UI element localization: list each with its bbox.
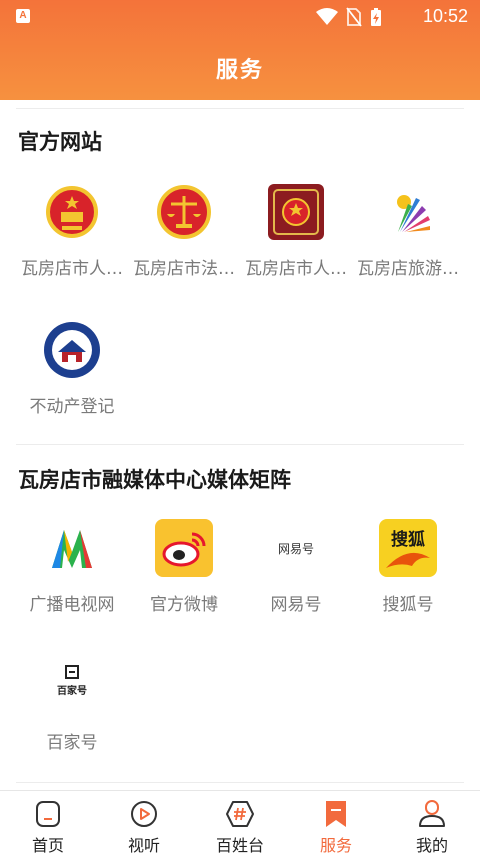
battery-charging-icon (371, 8, 381, 26)
service-item-label: 瓦房店市人… (245, 259, 347, 279)
play-icon (131, 801, 157, 827)
broadcast-tv-logo-icon (52, 530, 92, 568)
no-sim-icon (346, 7, 362, 27)
tab-label: 服务 (319, 836, 352, 855)
court-emblem-icon (157, 185, 211, 239)
media-item-label: 百家号 (46, 733, 98, 753)
wifi-icon (316, 8, 338, 25)
netease-icon: 网易号 (267, 519, 325, 577)
bookmark-icon (326, 801, 346, 827)
service-item-city-government[interactable]: 瓦房店市人… (16, 182, 128, 279)
section-title-official-sites: 官方网站 (18, 130, 102, 154)
service-item-city-tourism[interactable]: 瓦房店旅游… (352, 182, 464, 279)
media-item-broadcast-tv[interactable]: 广播电视网 (16, 518, 128, 615)
media-item-sohu[interactable]: 搜狐 搜狐号 (352, 518, 464, 615)
media-item-label: 官方微博 (150, 595, 218, 615)
tab-home[interactable]: 首页 (0, 791, 96, 855)
service-item-label: 瓦房店市法… (133, 259, 235, 279)
service-item-label: 不动产登记 (29, 397, 115, 417)
status-bar: A 10:52 (0, 0, 480, 34)
hashtag-icon (226, 801, 254, 827)
user-icon (419, 800, 445, 827)
service-item-real-estate-registration[interactable]: 不动产登记 (16, 320, 128, 417)
divider (16, 108, 464, 109)
services-content: 官方网站 瓦房店市人… 瓦房店市法… 瓦房店市人… 瓦房店旅游… 不动产登记 瓦… (0, 100, 480, 790)
divider (16, 444, 464, 445)
procuratorate-emblem-icon (268, 184, 324, 240)
tab-label: 首页 (31, 836, 64, 855)
tab-label: 我的 (415, 836, 448, 855)
sohu-logo-text: 搜狐 (391, 529, 425, 550)
tab-services[interactable]: 服务 (288, 791, 384, 855)
sohu-icon: 搜狐 (379, 519, 437, 577)
divider (16, 782, 464, 783)
tab-community[interactable]: 百姓台 (192, 791, 288, 855)
service-item-label: 瓦房店旅游… (357, 259, 459, 279)
service-item-label: 瓦房店市人… (21, 259, 123, 279)
national-emblem-icon (46, 186, 98, 238)
media-item-label: 网易号 (270, 595, 322, 615)
netease-logo-text: 网易号 (278, 542, 314, 556)
media-item-label: 搜狐号 (382, 595, 434, 615)
baijia-icon: 百家号 (43, 657, 101, 715)
tab-label: 视听 (127, 836, 160, 855)
tab-audio-video[interactable]: 视听 (96, 791, 192, 855)
status-time: 10:52 (422, 6, 468, 26)
baijia-logo-text: 百家号 (57, 684, 87, 697)
media-item-baijia[interactable]: 百家号 百家号 (16, 656, 128, 753)
media-item-netease[interactable]: 网易号 网易号 (240, 518, 352, 615)
app-header: A 10:52 服务 (0, 0, 480, 100)
app-notification-icon: A (16, 9, 30, 23)
media-item-label: 广播电视网 (29, 595, 115, 615)
weibo-icon (155, 519, 213, 577)
real-estate-registration-icon (44, 322, 100, 378)
tab-label: 百姓台 (215, 836, 264, 855)
media-item-weibo[interactable]: 官方微博 (128, 518, 240, 615)
tourism-logo-icon (397, 195, 430, 232)
home-icon (36, 801, 60, 827)
service-item-city-procuratorate[interactable]: 瓦房店市人… (240, 182, 352, 279)
tab-profile[interactable]: 我的 (384, 791, 480, 855)
bottom-tab-bar: 首页 视听 百姓台 服务 我的 (0, 790, 480, 855)
section-title-media-matrix: 瓦房店市融媒体中心媒体矩阵 (18, 468, 291, 492)
page-title: 服务 (215, 58, 264, 83)
service-item-city-court[interactable]: 瓦房店市法… (128, 182, 240, 279)
